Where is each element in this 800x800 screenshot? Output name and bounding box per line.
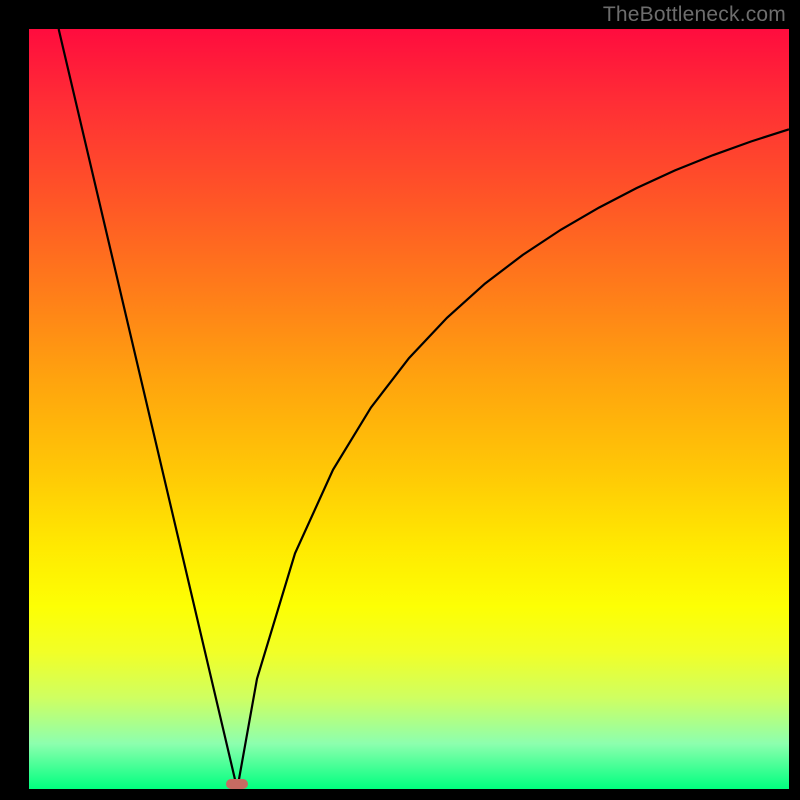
bottleneck-curve	[29, 29, 789, 789]
chart-container: TheBottleneck.com	[0, 0, 800, 800]
minimum-marker	[226, 779, 248, 789]
watermark-label: TheBottleneck.com	[603, 3, 786, 27]
